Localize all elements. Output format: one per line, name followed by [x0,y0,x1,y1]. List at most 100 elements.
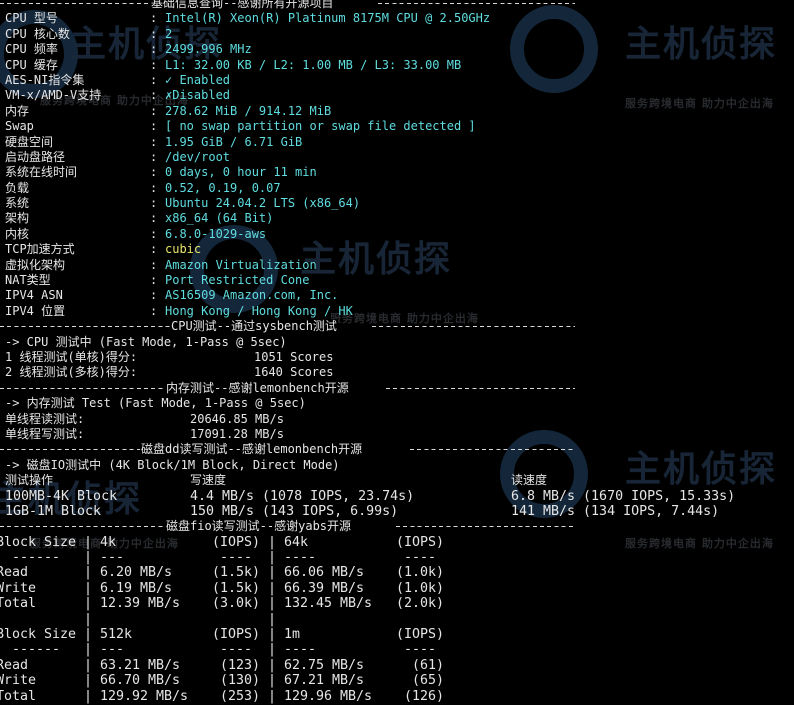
info-row: CPU 频率:2499.996 MHz [0,42,794,57]
section-title: 磁盘dd读写测试--感谢lemonbench开源 [140,442,364,458]
separator: : [150,273,158,288]
dd-result-row: 1GB-1M Block 150 MB/s (143 IOPS, 6.99s) 14… [0,504,794,519]
intro-text: -> 磁盘IO测试中 (4K Block/1M Block, Direct Mo… [5,457,340,472]
dashes: ---- [284,642,317,658]
info-value: 0 days, 0 hour 11 min [165,165,317,180]
column-divider: | [84,657,93,673]
column-divider: | [84,611,93,627]
info-label: CPU 核心数 [5,26,70,41]
section-title: 磁盘fio读写测试--感谢yabs开源 [165,519,353,535]
info-row: NAT类型: Port Restricted Cone [0,273,794,288]
mem-value: 17091.28 MB/s [190,426,284,441]
info-label: NAT类型 [5,273,51,288]
fio-dash-row: ------ | | --- ---- ---- ---- [0,550,794,565]
info-label: 虚拟化架构 [5,257,66,272]
info-row: 内存:278.62 MiB / 914.12 MiB [0,104,794,119]
column-divider: | [268,596,277,612]
terminal-output: 基础信息查询--感谢所有开源项目 CPU 型号: Intel(R) Xeon(R) … [0,0,794,704]
info-value: 1.95 GiB / 6.71 GiB [165,134,303,149]
info-row: VM-x/AMD-V支持: ✗Disabled [0,88,794,103]
info-row: IPV4 ASN: AS16509 Amazon.com, Inc. [0,288,794,303]
info-label: 系统 [5,196,30,211]
info-value: Intel(R) Xeon(R) Platinum 8175M CPU @ 2.… [165,11,491,26]
section-title: CPU测试--通过sysbench测试 [170,319,338,335]
fio-op: Write [0,673,37,689]
dashes: ------ [12,642,61,658]
column-divider: | [268,550,277,566]
info-label: Swap [5,119,34,134]
divider [0,3,150,4]
dd-write: 4.4 MB/s (1078 IOPS, 23.74s) [190,488,415,504]
fio-dash-row: ------ | | --- ---- ---- ---- [0,642,794,657]
separator: : [150,242,158,257]
info-label: 硬盘空间 [5,134,54,149]
info-value: 2 [165,26,173,41]
fio-iops: (126) [403,688,444,704]
fio-result-row: Read | | 6.20 MB/s (1.5k) 66.06 MB/s (1.0k) [0,565,794,580]
info-label: 启动盘路径 [5,149,66,164]
column-divider: | [268,534,277,550]
fio-iops: (1.0k) [395,580,444,596]
fio-result-row: Write | | 66.70 MB/s (130) 67.21 MB/s (65) [0,673,794,688]
info-row: 内核:6.8.0-1029-aws [0,227,794,242]
fio-speed: 63.21 MB/s [100,657,181,673]
separator: : [150,119,158,134]
column-divider: | [84,580,93,596]
divider [396,526,575,528]
basic-info-header: 基础信息查询--感谢所有开源项目 [0,0,575,12]
fio-op: Total [0,688,37,704]
fio-iops: (3.0k) [211,596,260,612]
info-value: Hong Kong / Hong Kong / HK [165,303,353,318]
dashes: --- [100,642,125,658]
info-label: TCP加速方式 [5,242,75,257]
column-divider: | [84,642,93,658]
info-value: ✗Disabled [165,88,231,103]
divider [0,526,165,528]
divider [378,3,575,4]
fio-result-row: Total | | 129.92 MB/s (253) 129.96 MB/s (126) [0,689,794,704]
fio-result-row: Total | | 12.39 MB/s (3.0k) 132.45 MB/s (2.0k) [0,596,794,611]
separator: : [150,165,158,180]
iops-label: (IOPS) [211,534,260,550]
iops-label: (IOPS) [395,534,444,550]
info-row: 虚拟化架构: Amazon Virtualization [0,258,794,273]
info-value: ✓ Enabled [165,72,231,87]
info-label: CPU 型号 [5,11,58,26]
divider [0,387,165,389]
dd-op: 100MB-4K Block [5,488,118,504]
score-value: 1051 Scores [254,349,334,364]
info-value: 278.62 MiB / 914.12 MiB [165,103,332,118]
column-divider: | [268,565,277,581]
score-label: 1 线程测试(单核)得分: [5,349,138,364]
block-size: 1m [284,627,301,643]
block-size: 4k [100,534,117,550]
fio-iops: (130) [219,673,260,689]
mem-result-row: 单线程读测试: 20646.85 MB/s [0,412,794,427]
info-label: IPV4 位置 [5,303,66,318]
info-value: Port Restricted Cone [165,273,310,288]
column-divider: | [84,534,93,550]
fio-speed: 129.92 MB/s [100,688,189,704]
info-label: AES-NI指令集 [5,72,85,87]
info-value: 0.52, 0.19, 0.07 [165,180,281,195]
separator: : [150,211,158,226]
dashes: ------ [12,550,61,566]
fio-op: Total [0,596,37,612]
info-value: Amazon Virtualization [165,257,317,272]
dd-test-intro: -> 磁盘IO测试中 (4K Block/1M Block, Direct Mo… [0,458,794,473]
info-row: 硬盘空间:1.95 GiB / 6.71 GiB [0,135,794,150]
section-title: 内存测试--感谢lemonbench开源 [165,380,350,397]
info-row: 架构: x86_64 (64 Bit) [0,211,794,226]
divider [386,387,575,389]
separator: : [150,57,158,72]
info-label: 负载 [5,180,30,195]
divider [0,326,170,328]
cpu-test-header: CPU测试--通过sysbench测试 [0,319,575,335]
separator: : [150,26,158,41]
fio-iops: (1.5k) [211,580,260,596]
mem-value: 20646.85 MB/s [190,411,284,426]
dd-read: 141 MB/s (134 IOPS, 7.44s) [511,503,720,519]
info-row: Swap: [ no swap partition or swap file de… [0,119,794,134]
fio-speed: 66.06 MB/s [284,565,365,581]
dd-op: 1GB-1M Block [5,503,102,519]
